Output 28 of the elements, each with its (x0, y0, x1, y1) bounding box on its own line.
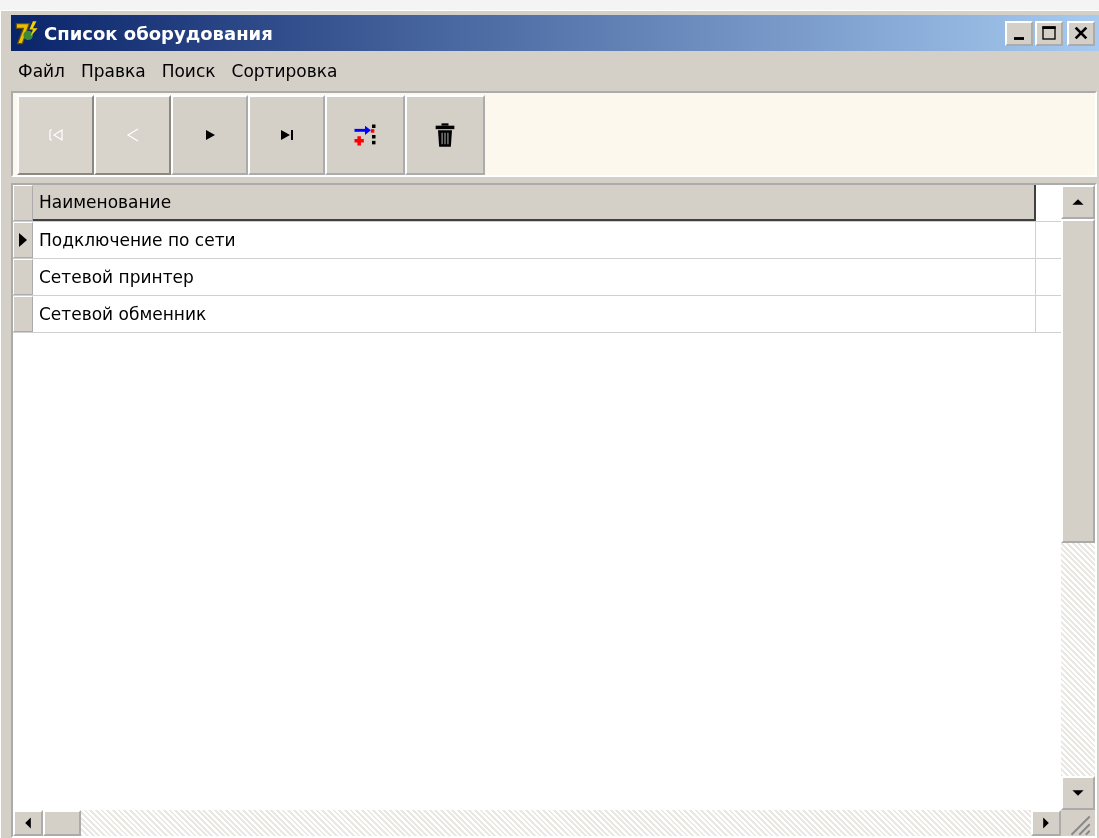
table-cell: Сетевой обменник (33, 296, 1036, 332)
maximize-button[interactable] (1035, 20, 1063, 46)
scroll-thumb[interactable] (1061, 219, 1095, 543)
menu-item[interactable]: Файл (11, 57, 72, 85)
table-cell: Подключение по сети (33, 222, 1036, 258)
column-header[interactable]: Наименование (33, 185, 1036, 221)
window-title: Список оборудования (44, 22, 273, 44)
minimize-icon (1014, 37, 1024, 40)
horizontal-scrollbar[interactable] (13, 810, 1061, 836)
scroll-up-button[interactable] (1061, 185, 1095, 219)
maximize-icon (1041, 25, 1057, 41)
resize-grip-icon[interactable] (1061, 810, 1095, 836)
scroll-down-button[interactable] (1061, 776, 1095, 810)
current-row-icon (18, 231, 28, 249)
scroll-left-button[interactable] (13, 810, 43, 836)
row-indicator[interactable] (13, 222, 33, 258)
close-icon (1073, 25, 1089, 41)
scroll-right-button[interactable] (1031, 810, 1061, 836)
app-logo-icon (14, 20, 40, 46)
scroll-thumb[interactable] (43, 810, 81, 836)
minimize-button[interactable] (1005, 20, 1033, 46)
close-button[interactable] (1067, 20, 1095, 46)
menu-item[interactable]: Правка (73, 57, 153, 85)
menu-item[interactable]: Сортировка (224, 57, 345, 85)
menu-item[interactable]: Поиск (154, 57, 223, 85)
vertical-scrollbar[interactable] (1061, 185, 1095, 810)
table-cell: Сетевой принтер (33, 259, 1036, 295)
toolbar-button[interactable] (405, 95, 485, 175)
